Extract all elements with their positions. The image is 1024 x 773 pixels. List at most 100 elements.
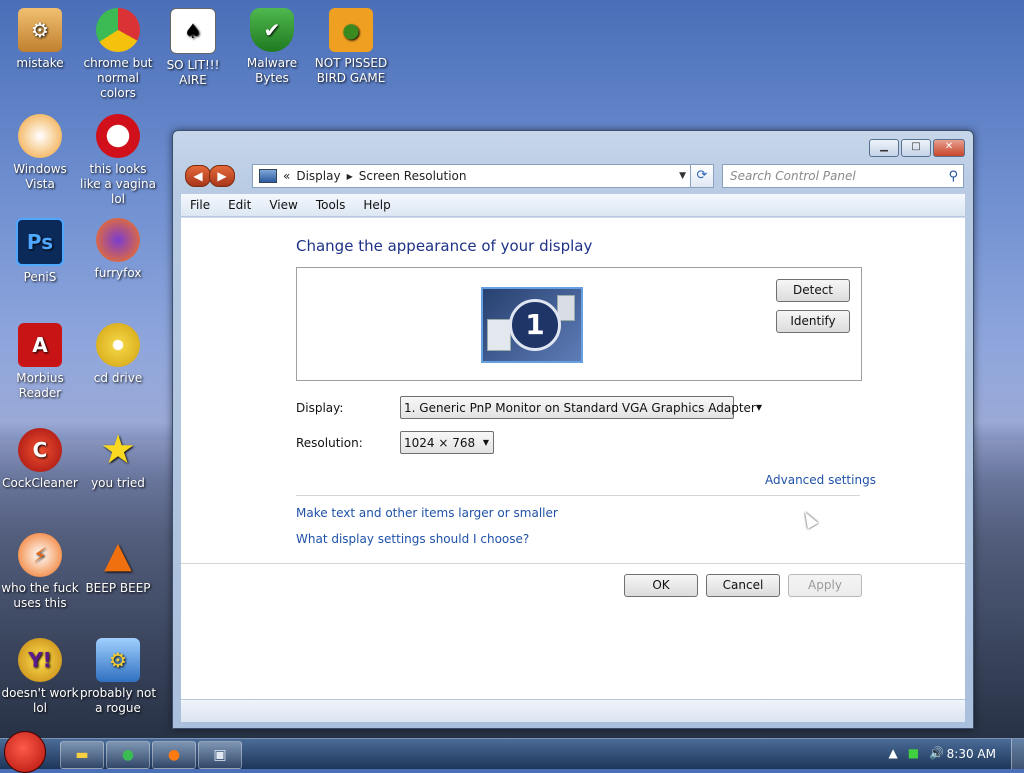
close-button[interactable]: ✕ xyxy=(933,139,965,157)
desktop-icon-bird-game[interactable]: ● NOT PISSED BIRD GAME xyxy=(311,8,391,86)
resolution-select-value: 1024 × 768 xyxy=(404,435,476,450)
desktop-icon-firefox[interactable]: furryfox xyxy=(78,218,158,281)
network-icon[interactable]: ■ xyxy=(908,746,919,760)
refresh-button[interactable]: ⟳ xyxy=(690,164,714,188)
desktop-icon-solitaire[interactable]: ♠ SO LIT!!! AIRE xyxy=(153,8,233,88)
taskbar-explorer[interactable]: ▬ xyxy=(60,741,104,769)
maximize-button[interactable]: □ xyxy=(901,139,931,157)
display-label: Display: xyxy=(296,401,344,415)
desktop-icon-morbius-reader[interactable]: A Morbius Reader xyxy=(0,323,80,401)
taskbar-chrome[interactable]: ● xyxy=(106,741,150,769)
text-size-link[interactable]: Make text and other items larger or smal… xyxy=(296,506,558,520)
opera-icon xyxy=(96,114,140,158)
traffic-cone-icon: ▲ xyxy=(104,534,132,576)
menu-edit[interactable]: Edit xyxy=(219,198,260,212)
menu-tools[interactable]: Tools xyxy=(307,198,355,212)
advanced-settings-link[interactable]: Advanced settings xyxy=(765,473,876,487)
desktop-icon-label: CockCleaner xyxy=(2,476,78,490)
apply-button[interactable]: Apply xyxy=(788,574,862,597)
breadcrumb-screen-resolution[interactable]: Screen Resolution xyxy=(359,169,467,183)
desktop-icon-label: Windows Vista xyxy=(13,162,67,191)
address-dropdown-icon[interactable]: ▼ xyxy=(679,171,686,181)
mini-window xyxy=(487,319,511,351)
display-preview: 1 Detect Identify xyxy=(296,267,862,381)
control-panel-icon: ▣ xyxy=(213,747,227,763)
resolution-select[interactable]: 1024 × 768 ▼ xyxy=(400,431,494,454)
chevron-down-icon: ▼ xyxy=(755,403,762,412)
desktop-icon-chrome[interactable]: chrome but normal colors xyxy=(78,8,158,101)
clock[interactable]: 8:30 AM xyxy=(947,747,996,761)
pig-icon: ● xyxy=(329,8,373,52)
desktop-icon-ccleaner[interactable]: C CockCleaner xyxy=(0,428,80,491)
desktop-icon-label: NOT PISSED BIRD GAME xyxy=(314,56,388,85)
desktop-icon-yahoo[interactable]: Y! doesn't work lol xyxy=(0,638,80,716)
back-button[interactable]: ◀ xyxy=(185,165,211,187)
desktop-icon-vlc[interactable]: ▲ BEEP BEEP xyxy=(78,533,158,596)
desktop-icon-label: doesn't work lol xyxy=(1,686,79,715)
desktop-icon-label: cd drive xyxy=(93,371,143,385)
desktop-icon-photoshop[interactable]: Ps PeniS xyxy=(0,218,80,285)
desktop-icon-opera[interactable]: this looks like a vagina lol xyxy=(78,114,158,207)
monitor-thumbnail[interactable]: 1 xyxy=(481,287,583,363)
resolution-label: Resolution: xyxy=(296,436,363,450)
desktop-icon-rogue[interactable]: ⚙ probably not a rogue xyxy=(78,638,158,716)
folder-icon: ▬ xyxy=(75,747,89,763)
desktop-icon-cd-drive[interactable]: cd drive xyxy=(78,323,158,386)
address-bar[interactable]: « Display ▶ Screen Resolution ▼ xyxy=(252,164,691,188)
desktop-icon-you-tried[interactable]: ★ you tried xyxy=(78,428,158,491)
taskbar-control-panel[interactable]: ▣ xyxy=(198,741,242,769)
desktop-icon-label: furryfox xyxy=(94,266,142,280)
cleaner-icon: C xyxy=(18,428,62,472)
menu-view[interactable]: View xyxy=(260,198,306,212)
display-select[interactable]: 1. Generic PnP Monitor on Standard VGA G… xyxy=(400,396,762,419)
menu-file[interactable]: File xyxy=(181,198,219,212)
page-title: Change the appearance of your display xyxy=(296,237,593,255)
desktop-icon-label: this looks like a vagina lol xyxy=(80,162,156,206)
desktop-icon-label: you tried xyxy=(91,476,145,490)
display-select-value: 1. Generic PnP Monitor on Standard VGA G… xyxy=(404,400,756,415)
breadcrumb-display[interactable]: Display xyxy=(296,169,340,183)
desktop-icon-malwarebytes[interactable]: ✔ Malware Bytes xyxy=(232,8,312,86)
pdf-reader-icon: A xyxy=(18,323,62,367)
show-desktop-button[interactable] xyxy=(1011,739,1024,769)
divider xyxy=(181,563,965,564)
photoshop-icon: Ps xyxy=(16,218,64,266)
firefox-icon xyxy=(96,218,140,262)
show-hidden-icons-icon[interactable]: ▲ xyxy=(888,746,897,760)
breadcrumb-overflow-icon[interactable]: « xyxy=(283,169,290,183)
taskbar: ▬ ● ● ▣ ▲ ■ 🔊 8:30 AM xyxy=(0,731,1024,773)
desktop-icon-label: who the fuck uses this xyxy=(1,581,79,610)
taskbar-firefox[interactable]: ● xyxy=(152,741,196,769)
forward-button[interactable]: ▶ xyxy=(209,165,235,187)
status-bar xyxy=(181,699,965,722)
desktop-icon-mistake[interactable]: ⚙ mistake xyxy=(0,8,80,71)
search-input[interactable]: Search Control Panel ⚲ xyxy=(722,164,964,188)
start-button[interactable] xyxy=(4,731,46,773)
chrome-icon: ● xyxy=(121,747,135,763)
egg-icon xyxy=(18,114,62,158)
cancel-button[interactable]: Cancel xyxy=(706,574,780,597)
identify-button[interactable]: Identify xyxy=(776,310,850,333)
system-tray: ▲ ■ 🔊 xyxy=(888,746,944,760)
program-icon: ⚙ xyxy=(18,8,62,52)
desktop-icon-label: chrome but normal colors xyxy=(83,56,153,100)
menu-bar: File Edit View Tools Help xyxy=(181,194,965,216)
desktop-icon-windows-vista[interactable]: Windows Vista xyxy=(0,114,80,192)
desktop-icon-label: probably not a rogue xyxy=(79,686,157,715)
desktop-icon-label: PeniS xyxy=(23,270,57,284)
shield-icon: ✔ xyxy=(250,8,294,52)
search-icon[interactable]: ⚲ xyxy=(948,169,958,184)
desktop-icon-label: mistake xyxy=(16,56,64,70)
volume-icon[interactable]: 🔊 xyxy=(929,746,944,760)
ok-button[interactable]: OK xyxy=(624,574,698,597)
desktop-icon-label: Malware Bytes xyxy=(246,56,298,85)
desktop-icon-avast[interactable]: ⚡ who the fuck uses this xyxy=(0,533,80,611)
menu-help[interactable]: Help xyxy=(354,198,399,212)
display-help-link[interactable]: What display settings should I choose? xyxy=(296,532,529,546)
minimize-button[interactable]: ▁ xyxy=(869,139,899,157)
caption-buttons: ▁ □ ✕ xyxy=(869,139,965,157)
gear-icon: ⚙ xyxy=(96,638,140,682)
detect-button[interactable]: Detect xyxy=(776,279,850,302)
playing-card-icon: ♠ xyxy=(170,8,216,54)
breadcrumb-separator-icon: ▶ xyxy=(346,171,353,181)
